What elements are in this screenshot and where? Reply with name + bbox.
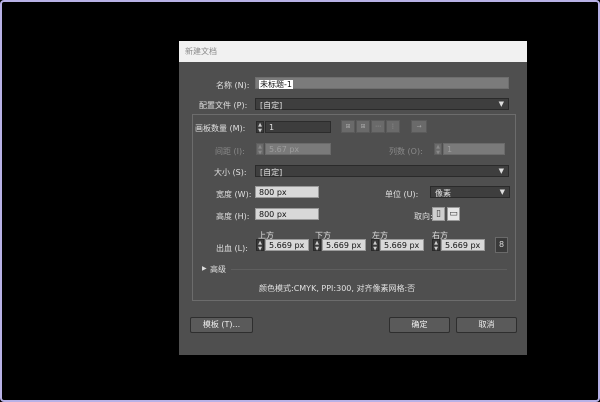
ok-button[interactable]: 确定 <box>389 317 450 333</box>
size-label: 大小 (S): <box>214 168 247 177</box>
profile-value: [自定] <box>260 101 283 110</box>
bleed-right-stepper[interactable]: ▲ ▼ <box>432 239 440 252</box>
info-text: 颜色模式:CMYK, PPI:300, 对齐像素网格:否 <box>259 284 416 293</box>
columns-input[interactable]: 1 <box>443 143 505 155</box>
orientation-label: 取向: <box>414 212 433 221</box>
chevron-down-icon: ▼ <box>498 167 504 175</box>
change-to-rtl-icon[interactable]: → <box>411 120 427 133</box>
bleed-top-input[interactable]: 5.669 px <box>265 239 309 251</box>
name-input[interactable]: 未标题-1 <box>255 77 509 89</box>
new-document-dialog: 新建文档 名称 (N): 未标题-1 配置文件 (P): [自定] ▼ 画板数量… <box>179 41 527 355</box>
profile-select[interactable]: [自定] ▼ <box>255 98 509 110</box>
cancel-button[interactable]: 取消 <box>456 317 517 333</box>
artboards-label: 画板数量 (M): <box>195 124 246 133</box>
arrange-by-row-icon[interactable]: ⋯ <box>371 120 385 133</box>
link-icon[interactable]: 8 <box>495 237 508 253</box>
name-value: 未标题-1 <box>259 80 293 89</box>
bleed-left-stepper[interactable]: ▲ ▼ <box>371 239 379 252</box>
height-label: 高度 (H): <box>216 212 250 221</box>
portrait-icon[interactable]: ▯ <box>432 207 445 221</box>
artboards-stepper[interactable]: ▲ ▼ <box>256 121 264 134</box>
width-label: 宽度 (W): <box>216 190 252 199</box>
size-value: [自定] <box>260 168 283 177</box>
advanced-divider <box>231 269 507 270</box>
profile-label: 配置文件 (P): <box>199 101 248 110</box>
units-select[interactable]: 像素 ▼ <box>430 186 510 198</box>
spacing-input[interactable]: 5.67 px <box>265 143 331 155</box>
expand-arrow-icon[interactable]: ▶ <box>202 265 207 272</box>
chevron-down-icon: ▼ <box>499 188 505 196</box>
grid-by-row-icon[interactable]: ⊞ <box>341 120 355 133</box>
units-value: 像素 <box>435 189 451 198</box>
advanced-label[interactable]: 高级 <box>210 264 226 275</box>
bleed-bottom-input[interactable]: 5.669 px <box>322 239 366 251</box>
chevron-down-icon: ▼ <box>498 100 504 108</box>
arrange-by-column-icon[interactable]: ⋮ <box>386 120 400 133</box>
bleed-top-stepper[interactable]: ▲ ▼ <box>256 239 264 252</box>
landscape-icon[interactable]: ▭ <box>447 207 460 221</box>
units-label: 单位 (U): <box>385 190 419 199</box>
width-input[interactable]: 800 px <box>255 186 319 198</box>
height-input[interactable]: 800 px <box>255 208 319 220</box>
templates-button[interactable]: 模板 (T)... <box>190 317 253 333</box>
columns-stepper[interactable]: ▲ ▼ <box>434 143 442 156</box>
dialog-title: 新建文档 <box>179 41 527 62</box>
grid-by-column-icon[interactable]: ⊞ <box>356 120 370 133</box>
name-label: 名称 (N): <box>216 81 250 90</box>
spacing-stepper[interactable]: ▲ ▼ <box>256 143 264 156</box>
bleed-left-input[interactable]: 5.669 px <box>380 239 424 251</box>
spacing-label: 间距 (I): <box>215 147 245 156</box>
artboards-input[interactable]: 1 <box>265 121 331 133</box>
columns-label: 列数 (O): <box>389 147 423 156</box>
bleed-label: 出血 (L): <box>216 244 248 253</box>
bleed-right-input[interactable]: 5.669 px <box>441 239 485 251</box>
size-select[interactable]: [自定] ▼ <box>255 165 509 177</box>
bleed-bottom-stepper[interactable]: ▲ ▼ <box>313 239 321 252</box>
